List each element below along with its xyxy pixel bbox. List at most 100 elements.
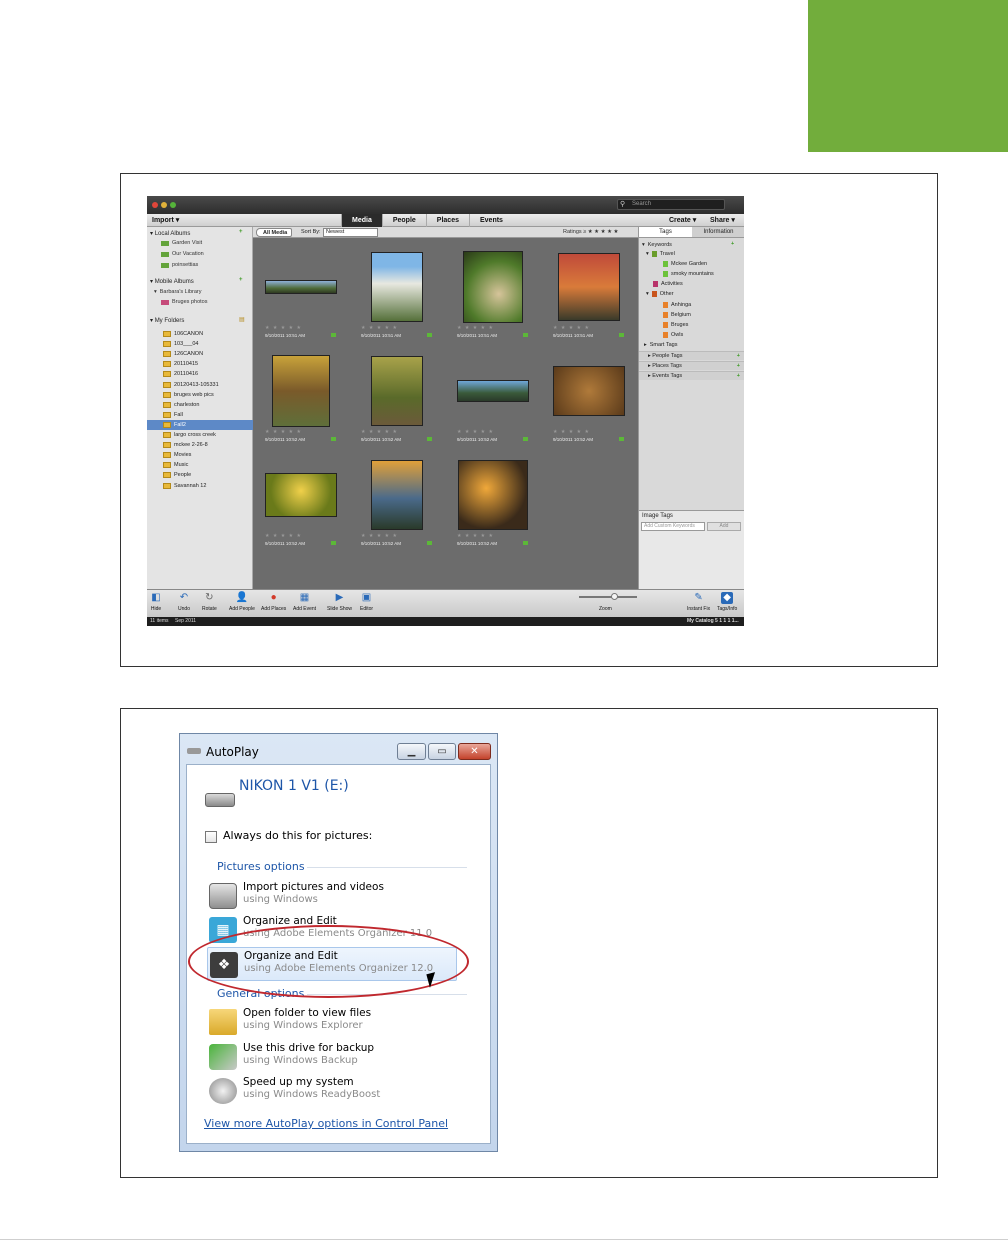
rating-stars[interactable]: ★ ★ ★ ★ ★ — [265, 533, 302, 539]
rating-stars[interactable]: ★ ★ ★ ★ ★ — [361, 429, 398, 435]
folder-item[interactable]: 20110416 — [147, 369, 253, 379]
album-item[interactable]: Bruges photos — [161, 299, 207, 305]
rating-stars[interactable]: ★ ★ ★ ★ ★ — [265, 325, 302, 331]
tab-information[interactable]: Information — [692, 227, 744, 237]
zoom-slider[interactable] — [579, 596, 637, 598]
folder-item[interactable]: bruges web pics — [147, 390, 253, 400]
tag-item[interactable]: Mckee Garden — [663, 261, 707, 267]
folder-item[interactable]: People — [147, 470, 253, 480]
option-organizer-11[interactable]: ▦ Organize and Edit using Adobe Elements… — [207, 913, 457, 947]
import-menu[interactable]: Import ▾ — [152, 214, 179, 227]
folder-item[interactable]: 20120413-105331 — [147, 380, 253, 390]
my-folders-header[interactable]: ▾ My Folders — [150, 317, 184, 324]
photo-thumbnail[interactable] — [463, 251, 523, 323]
always-label[interactable]: Always do this for pictures: — [223, 829, 372, 842]
minimize-window-icon[interactable] — [161, 202, 167, 208]
rating-stars[interactable]: ★ ★ ★ ★ ★ — [361, 533, 398, 539]
tag-item[interactable]: Anhinga — [663, 302, 691, 308]
photo-thumbnail[interactable] — [265, 473, 337, 517]
slide-show-button[interactable]: ▶ Slide Show — [327, 592, 352, 612]
hide-button[interactable]: ◧ Hide — [150, 592, 162, 612]
option-import[interactable]: Import pictures and videos using Windows — [207, 879, 457, 913]
tab-tags[interactable]: Tags — [639, 227, 692, 237]
smart-tags-item[interactable]: ▸ Smart Tags — [644, 342, 677, 348]
tab-events[interactable]: Events — [468, 214, 513, 227]
rating-stars[interactable]: ★ ★ ★ ★ ★ — [457, 325, 494, 331]
photo-thumbnail[interactable] — [458, 460, 528, 530]
rating-stars[interactable]: ★ ★ ★ ★ ★ — [457, 429, 494, 435]
add-keyword-icon[interactable]: + — [731, 241, 734, 247]
folder-item[interactable]: 103___04 — [147, 339, 253, 349]
folder-item[interactable]: charleston — [147, 400, 253, 410]
tag-item[interactable]: smoky mountains — [663, 271, 714, 277]
photo-thumbnail[interactable] — [553, 366, 625, 416]
rating-stars[interactable]: ★ ★ ★ ★ ★ — [553, 429, 590, 435]
rotate-button[interactable]: ↻ Rotate — [202, 592, 217, 612]
photo-thumbnail[interactable] — [272, 355, 330, 427]
rating-stars[interactable]: ★ ★ ★ ★ ★ — [265, 429, 302, 435]
share-menu[interactable]: Share ▾ — [710, 214, 735, 227]
catalog-name[interactable]: My Catalog 5 1 1 1 1... — [687, 617, 739, 626]
custom-keyword-input[interactable]: Add Custom Keywords — [641, 522, 705, 531]
people-tags-row[interactable]: ▸ People Tags + — [639, 351, 744, 360]
add-places-button[interactable]: ● Add Places — [261, 592, 286, 612]
tag-item[interactable]: Belgium — [663, 312, 691, 318]
local-albums-header[interactable]: ▾ Local Albums — [150, 230, 190, 237]
add-mobile-album-icon[interactable]: + — [239, 277, 243, 283]
option-open-folder[interactable]: Open folder to view files using Windows … — [207, 1005, 457, 1039]
tab-media[interactable]: Media — [341, 214, 382, 227]
photo-thumbnail[interactable] — [457, 380, 529, 402]
ratings-filter[interactable]: Ratings ≥ ★ ★ ★ ★ ★ — [563, 227, 619, 238]
photo-thumbnail[interactable] — [371, 356, 423, 426]
tag-category-activities[interactable]: Activities — [653, 281, 683, 287]
folder-item[interactable]: Fall2 — [147, 419, 253, 430]
folder-item[interactable]: Music — [147, 460, 253, 470]
add-keyword-button[interactable]: Add — [707, 522, 741, 531]
places-tags-row[interactable]: ▸ Places Tags + — [639, 361, 744, 370]
album-item[interactable]: Our Vacation — [161, 251, 204, 257]
add-album-icon[interactable]: + — [239, 229, 243, 235]
editor-button[interactable]: ▣ Editor — [360, 592, 373, 612]
maximize-button[interactable]: ▭ — [428, 743, 456, 760]
photo-thumbnail[interactable] — [371, 460, 423, 530]
add-icon[interactable]: + — [737, 362, 740, 371]
folder-item[interactable]: Movies — [147, 450, 253, 460]
keywords-header[interactable]: ▾ Keywords — [642, 242, 672, 248]
tab-places[interactable]: Places — [425, 214, 469, 227]
close-button[interactable]: ✕ — [458, 743, 491, 760]
tag-category-other[interactable]: ▾ Other — [646, 291, 674, 297]
photo-thumbnail[interactable] — [558, 253, 620, 321]
add-icon[interactable]: + — [737, 352, 740, 361]
rating-stars[interactable]: ★ ★ ★ ★ ★ — [457, 533, 494, 539]
search-input[interactable]: ⚲ Search — [617, 199, 725, 210]
close-window-icon[interactable] — [152, 202, 158, 208]
tag-item[interactable]: Bruges — [663, 322, 688, 328]
rating-stars[interactable]: ★ ★ ★ ★ ★ — [361, 325, 398, 331]
library-item[interactable]: ▾ Barbara's Library — [154, 289, 201, 295]
instant-fix-button[interactable]: ✎ Instant Fix — [687, 592, 710, 612]
folder-item[interactable]: mckee 2-26-8 — [147, 440, 253, 450]
control-panel-link[interactable]: View more AutoPlay options in Control Pa… — [204, 1117, 448, 1130]
option-speed-up[interactable]: Speed up my system using Windows ReadyBo… — [207, 1074, 457, 1108]
folder-item[interactable]: Savannah 12 — [147, 481, 253, 491]
photo-thumbnail[interactable] — [265, 280, 337, 294]
folder-item[interactable]: largo cross creek — [147, 430, 253, 440]
folder-item[interactable]: 20110415 — [147, 359, 253, 369]
minimize-button[interactable]: ▁ — [397, 743, 426, 760]
option-backup[interactable]: Use this drive for backup using Windows … — [207, 1040, 457, 1074]
tag-item[interactable]: Owls — [663, 332, 683, 338]
maximize-window-icon[interactable] — [170, 202, 176, 208]
folder-item[interactable]: 106CANON — [147, 329, 253, 339]
rating-stars[interactable]: ★ ★ ★ ★ ★ — [553, 325, 590, 331]
album-item[interactable]: poinsettias — [161, 262, 198, 268]
events-tags-row[interactable]: ▸ Events Tags + — [639, 371, 744, 380]
folder-item[interactable]: Fall — [147, 410, 253, 420]
album-item[interactable]: Garden Visit — [161, 240, 202, 246]
add-event-button[interactable]: ▦ Add Event — [293, 592, 316, 612]
always-checkbox[interactable] — [205, 831, 217, 843]
folder-options-icon[interactable]: ▤ — [239, 316, 245, 323]
create-menu[interactable]: Create ▾ — [669, 214, 696, 227]
folder-item[interactable]: 126CANON — [147, 349, 253, 359]
photo-thumbnail[interactable] — [371, 252, 423, 322]
add-people-button[interactable]: 👤 Add People — [229, 592, 255, 612]
